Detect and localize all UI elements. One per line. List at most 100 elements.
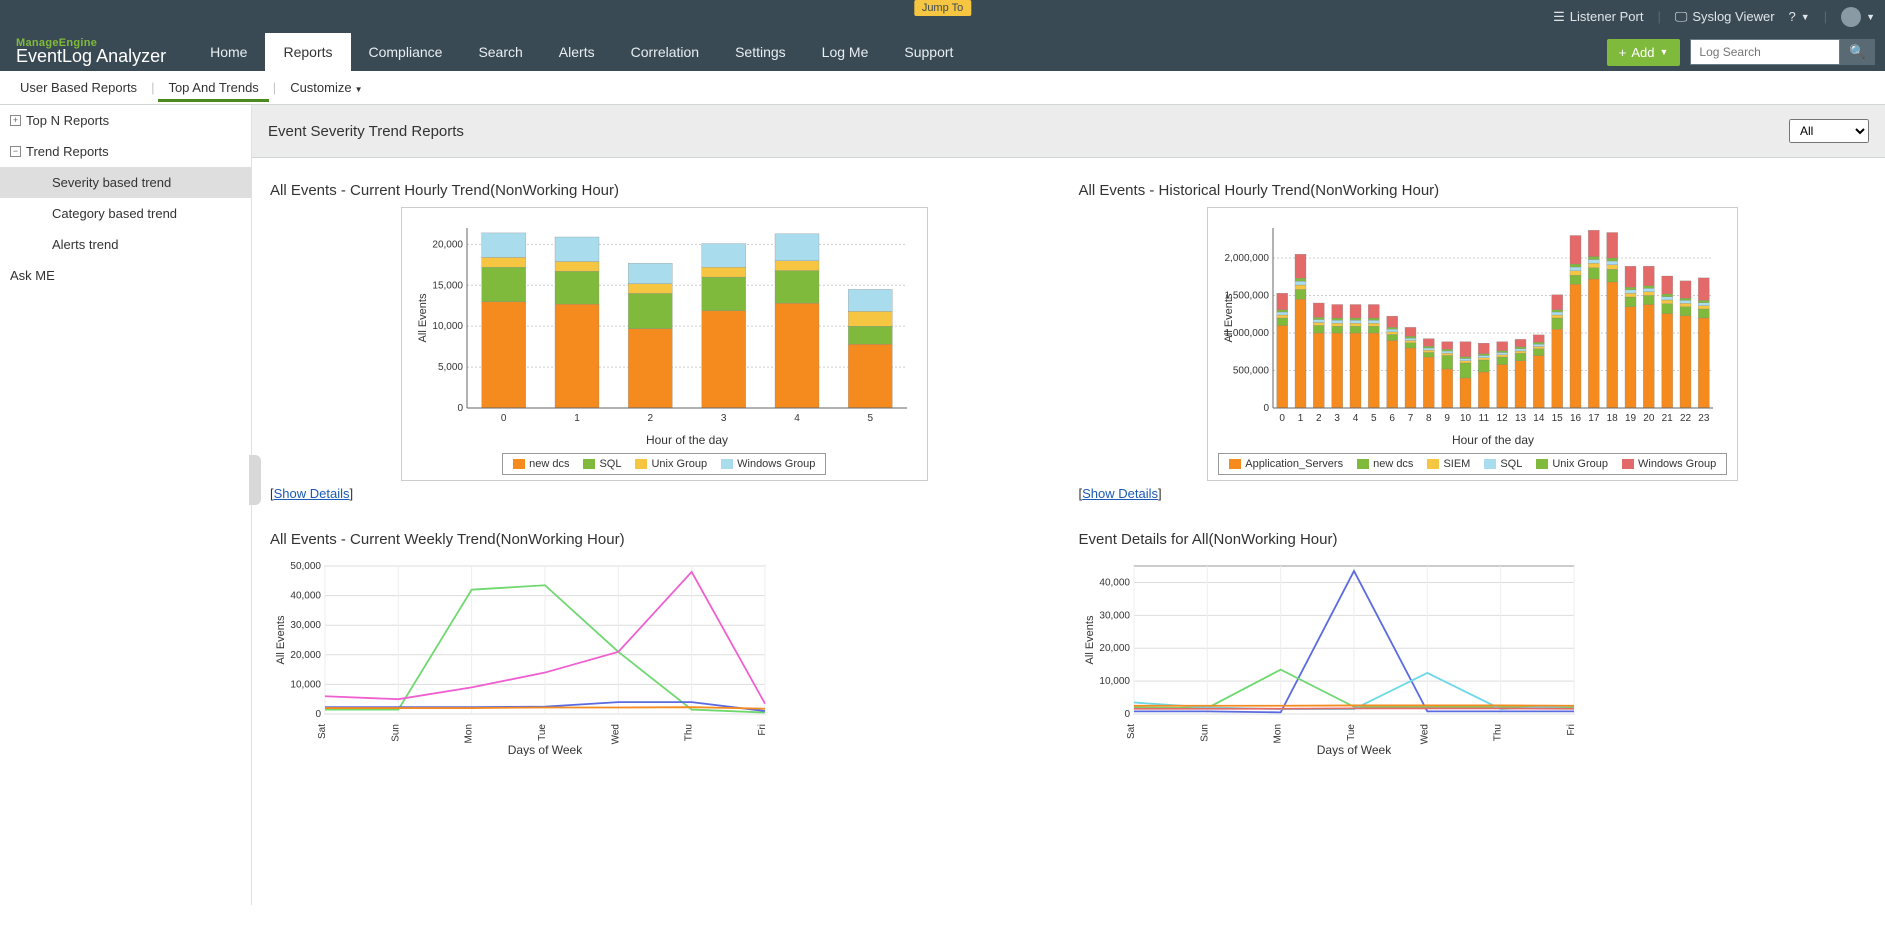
nav-tab-support[interactable]: Support — [886, 33, 971, 71]
page-title: Event Severity Trend Reports — [268, 123, 464, 140]
svg-text:0: 0 — [1124, 709, 1130, 720]
svg-text:Hour of the day: Hour of the day — [1452, 433, 1534, 447]
show-details: [Show Details] — [1079, 486, 1868, 501]
svg-text:16: 16 — [1570, 413, 1582, 424]
svg-text:19: 19 — [1625, 413, 1637, 424]
chart-legend: new dcsSQLUnix GroupWindows Group — [502, 453, 826, 475]
svg-text:All Events: All Events — [1223, 293, 1235, 342]
svg-text:8: 8 — [1426, 413, 1432, 424]
svg-text:23: 23 — [1699, 413, 1711, 424]
svg-text:15: 15 — [1552, 413, 1564, 424]
svg-text:11: 11 — [1479, 413, 1490, 424]
nav-tab-log-me[interactable]: Log Me — [804, 33, 887, 71]
svg-text:0: 0 — [457, 403, 463, 414]
chart-title: All Events - Current Weekly Trend(NonWor… — [270, 531, 1059, 548]
chart-card-chart4: Event Details for All(NonWorking Hour)01… — [1079, 531, 1868, 756]
help-button[interactable]: ?▼ — [1789, 9, 1810, 24]
chart-card-chart3: All Events - Current Weekly Trend(NonWor… — [270, 531, 1059, 756]
svg-text:Wed: Wed — [610, 724, 621, 744]
svg-text:All Events: All Events — [1084, 615, 1096, 664]
listener-port-link[interactable]: ☰ Listener Port — [1553, 9, 1643, 25]
svg-text:50,000: 50,000 — [290, 561, 321, 572]
svg-text:1: 1 — [1298, 413, 1304, 424]
subnav-top-and-trends[interactable]: Top And Trends — [158, 73, 268, 102]
nav-tab-search[interactable]: Search — [460, 33, 540, 71]
svg-text:3: 3 — [1335, 413, 1341, 424]
svg-text:7: 7 — [1408, 413, 1414, 424]
svg-text:10: 10 — [1460, 413, 1472, 424]
sidebar-collapse-handle[interactable] — [249, 455, 261, 505]
log-search-input[interactable] — [1690, 39, 1840, 65]
nav-tab-correlation[interactable]: Correlation — [613, 33, 717, 71]
svg-text:14: 14 — [1534, 413, 1546, 424]
nav-tab-reports[interactable]: Reports — [265, 33, 350, 71]
legend-item: SQL — [1484, 458, 1522, 470]
svg-text:5,000: 5,000 — [438, 362, 463, 373]
syslog-viewer-link[interactable]: 🖵 Syslog Viewer — [1675, 9, 1775, 25]
sidebar-trend-reports[interactable]: − Trend Reports — [0, 136, 251, 167]
add-button[interactable]: + Add ▼ — [1607, 39, 1681, 66]
svg-text:Thu: Thu — [684, 724, 695, 741]
sidebar-label: Trend Reports — [26, 144, 109, 159]
show-details-link[interactable]: Show Details — [274, 486, 350, 501]
nav-tab-home[interactable]: Home — [192, 33, 265, 71]
svg-text:0: 0 — [1264, 403, 1270, 414]
chart-title: Event Details for All(NonWorking Hour) — [1079, 531, 1868, 548]
svg-text:All Events: All Events — [417, 293, 429, 342]
svg-text:17: 17 — [1589, 413, 1601, 424]
search-button[interactable]: 🔍 — [1840, 39, 1875, 65]
svg-text:13: 13 — [1515, 413, 1527, 424]
svg-text:21: 21 — [1662, 413, 1674, 424]
chevron-down-icon: ▼ — [1659, 47, 1668, 57]
svg-text:6: 6 — [1390, 413, 1396, 424]
svg-text:40,000: 40,000 — [1099, 577, 1130, 588]
svg-text:5: 5 — [1371, 413, 1377, 424]
chart-card-chart2: All Events - Historical Hourly Trend(Non… — [1079, 182, 1868, 501]
svg-text:2: 2 — [647, 413, 653, 424]
svg-text:5: 5 — [867, 413, 873, 424]
collapse-icon: − — [10, 146, 21, 157]
sidebar-item-alerts-trend[interactable]: Alerts trend — [0, 229, 251, 260]
sidebar-ask-me[interactable]: Ask ME — [0, 260, 251, 291]
legend-item: new dcs — [513, 458, 569, 470]
svg-text:4: 4 — [794, 413, 800, 424]
legend-item: Unix Group — [1536, 458, 1608, 470]
svg-text:Mon: Mon — [1272, 724, 1283, 743]
subnav-customize[interactable]: Customize▼ — [280, 73, 372, 102]
chart-container: 010,00020,00030,00040,000SatSunMonTueWed… — [1079, 556, 1868, 756]
sidebar-item-severity-based-trend[interactable]: Severity based trend — [0, 167, 251, 198]
jump-to-button[interactable]: Jump To — [914, 0, 971, 16]
app-logo: ManageEngine EventLog Analyzer — [0, 37, 182, 67]
svg-text:10,000: 10,000 — [432, 321, 463, 332]
svg-text:22: 22 — [1680, 413, 1692, 424]
chart-container: 010,00020,00030,00040,00050,000SatSunMon… — [270, 556, 1059, 756]
sidebar-item-category-based-trend[interactable]: Category based trend — [0, 198, 251, 229]
chevron-down-icon: ▼ — [1866, 12, 1875, 22]
user-menu[interactable]: ▼ — [1841, 7, 1875, 27]
nav-tab-compliance[interactable]: Compliance — [351, 33, 461, 71]
listener-port-label: Listener Port — [1570, 9, 1644, 24]
add-label: Add — [1631, 45, 1654, 60]
monitor-icon: 🖵 — [1675, 9, 1688, 25]
svg-text:20,000: 20,000 — [1099, 643, 1130, 654]
chevron-down-icon: ▼ — [1801, 12, 1810, 22]
show-details-link[interactable]: Show Details — [1082, 486, 1158, 501]
nav-tab-alerts[interactable]: Alerts — [541, 33, 613, 71]
subnav-user-based-reports[interactable]: User Based Reports — [10, 73, 147, 102]
chart-title: All Events - Historical Hourly Trend(Non… — [1079, 182, 1868, 199]
svg-text:2,000,000: 2,000,000 — [1225, 253, 1270, 264]
svg-text:1: 1 — [574, 413, 580, 424]
svg-text:Hour of the day: Hour of the day — [646, 433, 728, 447]
svg-text:Sun: Sun — [390, 724, 401, 742]
nav-tab-settings[interactable]: Settings — [717, 33, 804, 71]
list-icon: ☰ — [1553, 9, 1565, 25]
svg-text:30,000: 30,000 — [1099, 610, 1130, 621]
search-icon: 🔍 — [1849, 44, 1866, 59]
sidebar-top-n-reports[interactable]: + Top N Reports — [0, 105, 251, 136]
legend-item: new dcs — [1357, 458, 1413, 470]
svg-text:20,000: 20,000 — [432, 239, 463, 250]
filter-select[interactable]: All — [1789, 119, 1869, 143]
svg-text:0: 0 — [315, 709, 321, 720]
avatar-icon — [1841, 7, 1861, 27]
svg-text:15,000: 15,000 — [432, 280, 463, 291]
